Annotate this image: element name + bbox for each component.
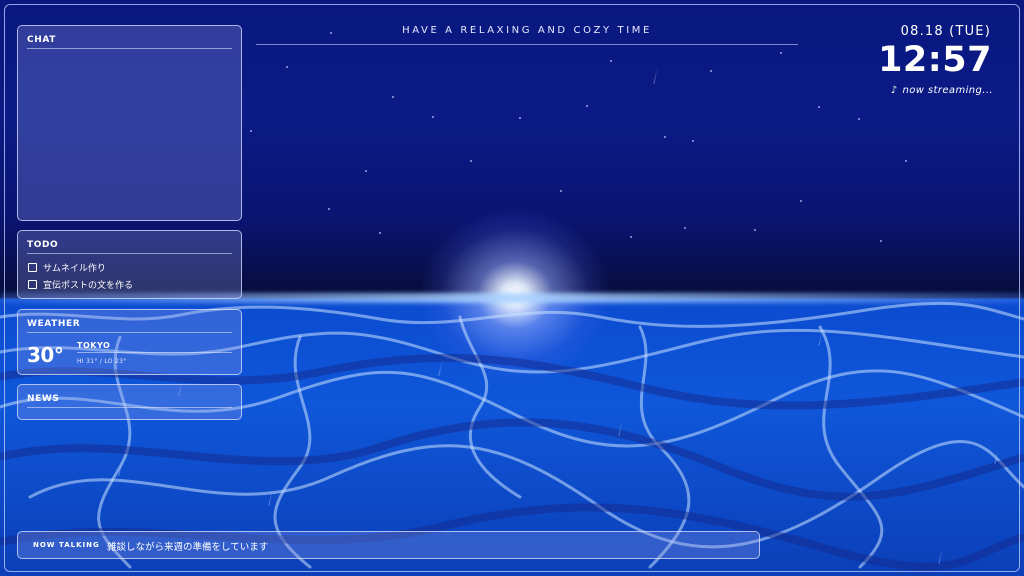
star	[664, 136, 666, 138]
star	[880, 240, 882, 242]
temperature: 30°	[27, 343, 64, 367]
star	[560, 190, 562, 192]
star	[780, 52, 782, 54]
weather-divider	[27, 332, 232, 333]
checkbox-icon[interactable]	[28, 280, 37, 289]
star	[692, 140, 694, 142]
star	[365, 170, 367, 172]
chat-panel: CHAT	[17, 25, 242, 221]
news-panel: NEWS	[17, 384, 242, 420]
star	[328, 208, 330, 210]
chat-title: CHAT	[27, 35, 56, 45]
todo-panel: TODO サムネイル作り 宣伝ポストの文を作る	[17, 230, 242, 299]
city-name: TOKYO	[77, 341, 111, 350]
streaming-status: ♪ now streaming...	[891, 85, 993, 96]
star	[630, 236, 632, 238]
star	[800, 200, 802, 202]
star	[754, 229, 756, 231]
star	[905, 160, 907, 162]
star	[379, 232, 381, 234]
music-note-icon: ♪	[890, 85, 898, 96]
star	[286, 66, 288, 68]
star	[858, 118, 860, 120]
chat-divider	[27, 48, 232, 49]
star	[818, 106, 820, 108]
header-divider	[256, 44, 798, 45]
city-divider	[77, 352, 232, 353]
news-divider	[27, 407, 232, 408]
star	[392, 96, 394, 98]
todo-item[interactable]: 宣伝ポストの文を作る	[28, 278, 133, 291]
star	[684, 227, 686, 229]
header-tagline: HAVE A RELAXING AND COZY TIME	[402, 25, 652, 36]
todo-item[interactable]: サムネイル作り	[28, 261, 106, 274]
stream-overlay: HAVE A RELAXING AND COZY TIME 08.18 (TUE…	[0, 0, 1024, 576]
star	[470, 160, 472, 162]
star	[519, 117, 521, 119]
hi-lo-temperature: HI 31° / LO 23°	[77, 358, 127, 365]
star	[710, 70, 712, 72]
news-title: NEWS	[27, 394, 60, 404]
todo-title: TODO	[27, 240, 59, 250]
now-talking-bar: NOW TALKING 雑談しながら来週の準備をしています	[17, 531, 760, 559]
star	[610, 60, 612, 62]
now-talking-text: 雑談しながら来週の準備をしています	[107, 542, 269, 553]
weather-title: WEATHER	[27, 319, 81, 329]
date-display: 08.18 (TUE)	[900, 24, 991, 39]
streaming-label: now streaming...	[902, 85, 993, 96]
star	[432, 116, 434, 118]
star	[586, 105, 588, 107]
todo-divider	[27, 253, 232, 254]
checkbox-icon[interactable]	[28, 263, 37, 272]
star	[250, 130, 252, 132]
todo-item-label: サムネイル作り	[43, 264, 106, 274]
todo-item-label: 宣伝ポストの文を作る	[43, 281, 134, 291]
now-talking-label: NOW TALKING	[33, 541, 100, 549]
rain-streak	[653, 68, 658, 84]
time-display: 12:57	[878, 40, 992, 80]
weather-panel: WEATHER 30° TOKYO HI 31° / LO 23°	[17, 309, 242, 375]
